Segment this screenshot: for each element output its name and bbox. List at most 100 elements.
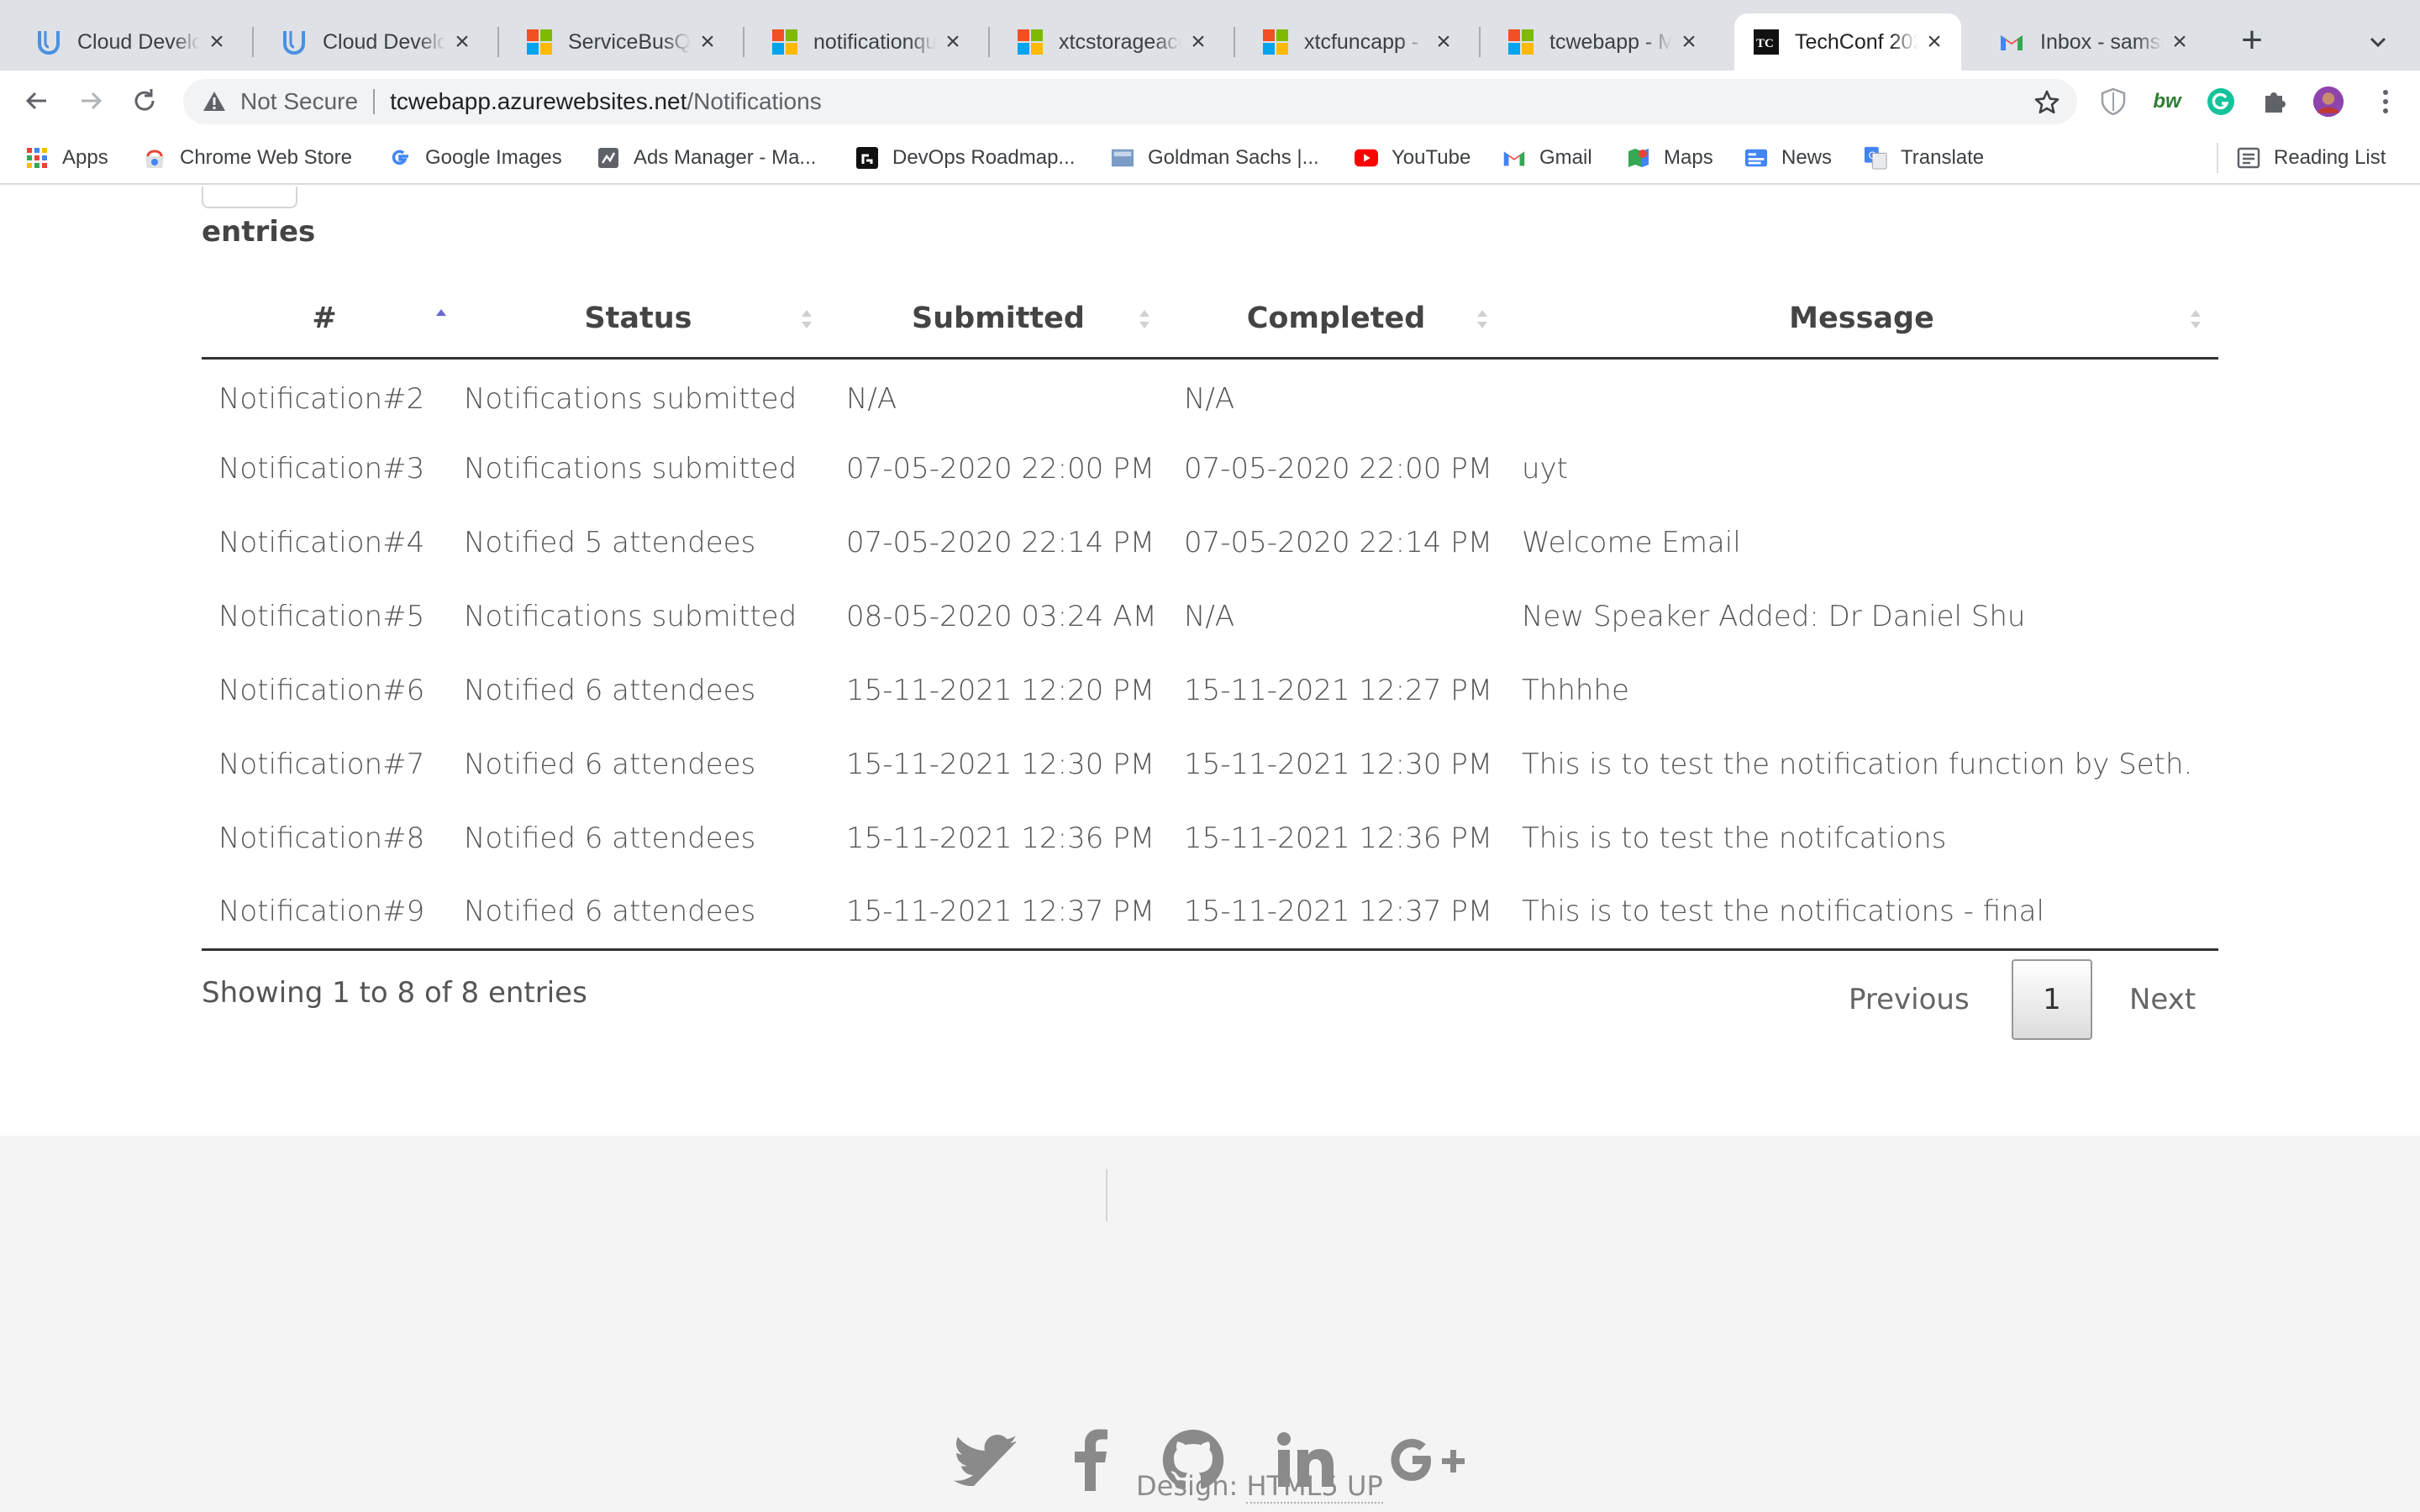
bookmark-youtube[interactable]: YouTube	[1355, 143, 1470, 173]
credit-prefix: Design:	[1136, 1470, 1247, 1502]
page-content: entries # Status Submitted Completed Mes…	[0, 186, 2420, 1512]
microsoft-icon	[1507, 29, 1534, 55]
cell-completed: 07-05-2020 22:00 PM	[1184, 452, 1493, 486]
cell-number: Notification#9	[202, 875, 447, 951]
bookmark-devops-roadmap[interactable]: DevOps Roadmap...	[855, 143, 1075, 173]
bookmark-google-images[interactable]: Google Images	[388, 143, 562, 173]
browser-tab[interactable]: ServiceBusQueue×	[508, 13, 734, 71]
back-button[interactable]	[20, 84, 54, 118]
table-row: Notification#9 Notified 6 attendees 15-11-…	[202, 875, 2218, 951]
cell-status: Notified 6 attendees	[464, 822, 756, 855]
reading-list-button[interactable]: Reading List	[2237, 143, 2386, 173]
new-tab-button[interactable]: +	[2235, 22, 2269, 62]
twitter-icon[interactable]	[951, 1426, 1018, 1494]
browser-tab[interactable]: Cloud Developer×	[262, 13, 489, 71]
tab-close-icon[interactable]: ×	[205, 29, 229, 55]
bookmark-label: Chrome Web Store	[180, 146, 352, 169]
table-header-row: # Status Submitted Completed Message	[202, 281, 2218, 360]
bw-extension-icon[interactable]: bw	[2151, 86, 2183, 118]
facebook-icon[interactable]	[1057, 1426, 1124, 1494]
chrome-web-store-icon	[143, 146, 166, 170]
cell-status: Notifications submitted	[464, 600, 797, 633]
pagination-next-button[interactable]: Next	[2129, 959, 2196, 1040]
sort-both-icon	[802, 310, 812, 328]
cell-submitted: 15-11-2021 12:37 PM	[829, 875, 1167, 951]
sort-both-icon	[1477, 310, 1487, 328]
entries-length-select[interactable]	[202, 186, 297, 208]
cell-completed: 07-05-2020 22:14 PM	[1184, 526, 1493, 559]
browser-tab[interactable]: tcwebapp - Micros×	[1489, 13, 1716, 71]
browser-tab[interactable]: Inbox - samsetho×	[1980, 13, 2207, 71]
microsoft-icon	[1017, 29, 1044, 55]
warning-triangle-icon	[203, 92, 225, 111]
bookmark-translate[interactable]: G Translate	[1864, 143, 1984, 173]
tab-close-icon[interactable]: ×	[2168, 29, 2191, 55]
html5up-link[interactable]: HTML5 UP	[1246, 1470, 1383, 1504]
bookmark-news[interactable]: News	[1744, 143, 1832, 173]
cell-submitted: 15-11-2021 12:36 PM	[846, 822, 1155, 855]
browser-tab[interactable]: Cloud Developer×	[17, 13, 244, 71]
browser-tab[interactable]: xtcfuncapp - Micro×	[1244, 13, 1470, 71]
tab-close-icon[interactable]: ×	[1432, 29, 1455, 55]
tab-title: ServiceBusQueue	[568, 29, 691, 54]
pagination-previous-button[interactable]: Previous	[1849, 959, 1970, 1040]
grammarly-extension-icon[interactable]	[2205, 86, 2237, 118]
address-bar[interactable]: Not Secure tcwebapp.azurewebsites.net/No…	[183, 79, 2077, 124]
tab-title: Inbox - samsetho	[2040, 29, 2163, 54]
browser-tab[interactable]: xtcstorageaccount×	[998, 13, 1225, 71]
cell-number: Notification#7	[218, 748, 425, 781]
bookmark-star-icon[interactable]	[2033, 89, 2060, 116]
column-header-submitted[interactable]: Submitted	[829, 281, 1167, 360]
sort-both-icon	[1139, 310, 1150, 328]
tab-title: Cloud Developer	[323, 29, 445, 54]
column-header-status[interactable]: Status	[447, 281, 829, 360]
profile-avatar[interactable]	[2312, 86, 2344, 118]
cell-number: Notification#6	[218, 674, 425, 707]
cell-number: Notification#4	[218, 526, 425, 559]
menu-icon[interactable]	[2370, 86, 2402, 118]
tab-search-chevron-icon[interactable]	[2361, 25, 2395, 59]
bookmark-gmail[interactable]: Gmail	[1502, 143, 1592, 173]
bookmark-goldman-sachs[interactable]: Goldman Sachs |...	[1111, 143, 1319, 173]
bookmark-chrome-web-store[interactable]: Chrome Web Store	[143, 143, 352, 173]
tab-close-icon[interactable]: ×	[1186, 29, 1210, 55]
shield-extension-icon[interactable]	[2097, 86, 2129, 118]
roadmap-icon	[855, 146, 879, 170]
techconf-icon: TC	[1753, 29, 1780, 55]
cell-status: Notified 6 attendees	[447, 875, 829, 951]
column-header-completed[interactable]: Completed	[1167, 281, 1505, 360]
tab-close-icon[interactable]: ×	[450, 29, 474, 55]
bookmark-maps[interactable]: Maps	[1627, 143, 1713, 173]
bookmark-label: Google Images	[425, 146, 562, 169]
cell-message: Welcome Email	[1522, 526, 1741, 559]
table-row: Notification#7 Notified 6 attendees 15-11-…	[202, 727, 2218, 801]
entries-label: entries	[202, 215, 316, 249]
reload-icon	[134, 89, 155, 111]
browser-tab[interactable]: TC TechConf 2020×	[1734, 13, 1961, 71]
tab-close-icon[interactable]: ×	[1677, 29, 1701, 55]
forward-button[interactable]	[74, 84, 108, 118]
tab-close-icon[interactable]: ×	[696, 29, 719, 55]
bookmark-label: YouTube	[1392, 146, 1471, 169]
google-plus-icon[interactable]	[1388, 1426, 1469, 1494]
bookmarks-bar: Apps Chrome Web Store Google Images Ads …	[0, 131, 2420, 185]
tab-close-icon[interactable]: ×	[941, 29, 965, 55]
bookmark-apps[interactable]: Apps	[25, 143, 108, 173]
cell-number: Notification#8	[218, 822, 425, 855]
bookmarks-divider	[2217, 143, 2218, 173]
table-row: Notification#2 Notifications submitted N/A…	[202, 358, 2218, 432]
browser-tab[interactable]: notificationqueue×	[753, 13, 980, 71]
bookmark-ads-manager[interactable]: Ads Manager - Ma...	[597, 143, 816, 173]
puzzle-extensions-icon[interactable]	[2259, 86, 2291, 118]
column-header-number[interactable]: #	[202, 281, 447, 360]
pagination-page-1[interactable]: 1	[2012, 959, 2092, 1040]
tab-close-icon[interactable]: ×	[1923, 29, 1946, 55]
not-secure-label[interactable]: Not Secure	[240, 88, 358, 115]
reading-list-label: Reading List	[2274, 146, 2386, 169]
column-header-message[interactable]: Message	[1505, 281, 2218, 360]
apps-grid-icon	[25, 146, 49, 170]
browser-tab-strip: Cloud Developer×Cloud Developer×ServiceB…	[0, 0, 2420, 71]
tab-title: xtcstorageaccount	[1059, 29, 1181, 54]
cell-completed: N/A	[1184, 600, 1235, 633]
reload-button[interactable]	[128, 84, 161, 118]
